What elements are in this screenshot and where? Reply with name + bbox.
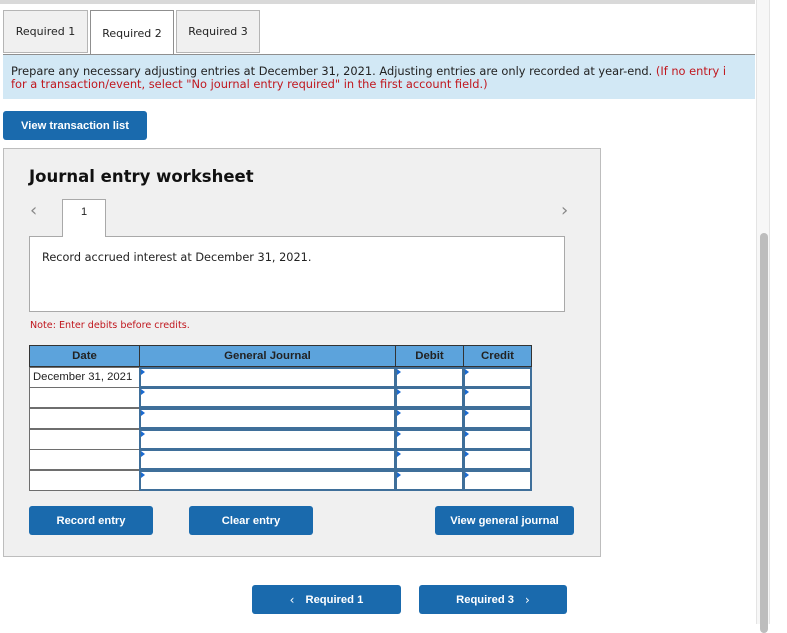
chevron-right-icon[interactable]: › (561, 200, 568, 221)
date-cell (29, 470, 140, 491)
previous-required-button[interactable]: ‹ Required 1 (252, 585, 401, 614)
debits-note: Note: Enter debits before credits. (30, 320, 190, 331)
worksheet-title: Journal entry worksheet (29, 167, 254, 186)
debit-input[interactable] (395, 367, 464, 388)
debit-input[interactable] (395, 470, 464, 491)
debit-input[interactable] (395, 408, 464, 429)
view-general-journal-button[interactable]: View general journal (435, 506, 574, 535)
chevron-left-icon: ‹ (289, 592, 295, 607)
credit-input[interactable] (463, 470, 532, 491)
account-select[interactable] (139, 367, 396, 388)
account-select[interactable] (139, 408, 396, 429)
scrollbar-thumb[interactable] (760, 233, 768, 633)
description-text: Record accrued interest at December 31, … (42, 251, 312, 264)
chevron-left-icon[interactable]: ‹ (30, 200, 37, 221)
next-required-button[interactable]: Required 3 › (419, 585, 567, 614)
debit-input[interactable] (395, 449, 464, 470)
top-border (0, 0, 755, 4)
tab-required-3[interactable]: Required 3 (176, 10, 260, 53)
journal-entry-worksheet: Journal entry worksheet ‹ 1 › Record acc… (3, 148, 601, 557)
tab-required-1[interactable]: Required 1 (3, 10, 88, 53)
credit-input[interactable] (463, 367, 532, 388)
transaction-description: Record accrued interest at December 31, … (29, 236, 565, 312)
credit-input[interactable] (463, 449, 532, 470)
credit-input[interactable] (463, 408, 532, 429)
date-cell (29, 449, 140, 470)
date-cell (29, 408, 140, 429)
instructions-note-line2: for a transaction/event, select "No jour… (11, 77, 488, 91)
date-cell (29, 429, 140, 450)
account-select[interactable] (139, 449, 396, 470)
next-required-label: Required 3 (456, 593, 514, 606)
account-select[interactable] (139, 470, 396, 491)
instructions-text: Prepare any necessary adjusting entries … (11, 64, 653, 78)
debit-input[interactable] (395, 429, 464, 450)
chevron-right-icon: › (525, 592, 530, 607)
date-cell (29, 387, 140, 408)
credit-input[interactable] (463, 429, 532, 450)
column-header-credit: Credit (463, 345, 532, 367)
view-transaction-list-button[interactable]: View transaction list (3, 111, 147, 140)
instructions-banner: Prepare any necessary adjusting entries … (3, 54, 755, 99)
previous-required-label: Required 1 (305, 593, 364, 606)
debit-input[interactable] (395, 387, 464, 408)
record-entry-button[interactable]: Record entry (29, 506, 153, 535)
column-header-debit: Debit (395, 345, 464, 367)
credit-input[interactable] (463, 387, 532, 408)
clear-entry-button[interactable]: Clear entry (189, 506, 313, 535)
date-cell: December 31, 2021 (29, 367, 140, 388)
entry-tab-1[interactable]: 1 (62, 199, 106, 237)
entry-number: 1 (80, 206, 88, 218)
account-select[interactable] (139, 429, 396, 450)
account-select[interactable] (139, 387, 396, 408)
column-header-general-journal: General Journal (139, 345, 396, 367)
tab-required-2[interactable]: Required 2 (90, 10, 174, 55)
column-header-date: Date (29, 345, 140, 367)
instructions-note-line1: (If no entry i (655, 64, 727, 78)
